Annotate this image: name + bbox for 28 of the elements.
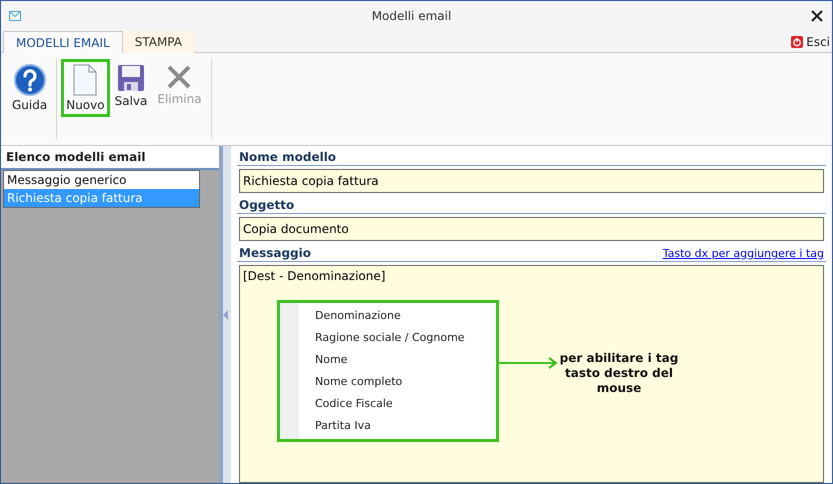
save-button[interactable]: Salva: [110, 59, 152, 113]
menu-item[interactable]: Denominazione: [302, 305, 496, 327]
tag-link[interactable]: Tasto dx per aggiungere i tag: [662, 247, 824, 260]
exit-button[interactable]: Esci: [791, 35, 830, 49]
menu-item[interactable]: Ragione sociale / Cognome: [302, 327, 496, 349]
envelope-icon: [9, 11, 21, 21]
field-label: Oggetto: [239, 198, 294, 212]
field-label: Messaggio: [239, 246, 311, 260]
window-title: Modelli email: [370, 9, 452, 23]
new-button[interactable]: Nuovo: [61, 59, 110, 117]
close-icon: [166, 64, 192, 90]
menu-item[interactable]: Partita Iva: [302, 415, 496, 437]
ribbon-tab[interactable]: MODELLI EMAIL: [3, 31, 123, 53]
help-icon: [14, 64, 46, 96]
list-title: Elenco modelli email: [1, 146, 219, 170]
subject-field[interactable]: Copia documento: [239, 217, 824, 241]
name-field[interactable]: Richiesta copia fattura: [239, 169, 824, 193]
caret-icon: [223, 310, 229, 320]
menu-item[interactable]: Nome: [302, 349, 496, 371]
menu-item[interactable]: Nome completo: [302, 371, 496, 393]
help-button[interactable]: Guida: [7, 59, 52, 117]
document-icon: [72, 64, 98, 96]
field-label: Nome modello: [239, 150, 336, 164]
ribbon-tab[interactable]: STAMPA: [122, 31, 194, 53]
callout-note: per abilitare i tag tasto destro del mouse: [558, 351, 680, 396]
power-icon: [791, 36, 804, 48]
close-icon: [811, 10, 823, 22]
menu-item[interactable]: Codice Fiscale: [302, 393, 496, 415]
